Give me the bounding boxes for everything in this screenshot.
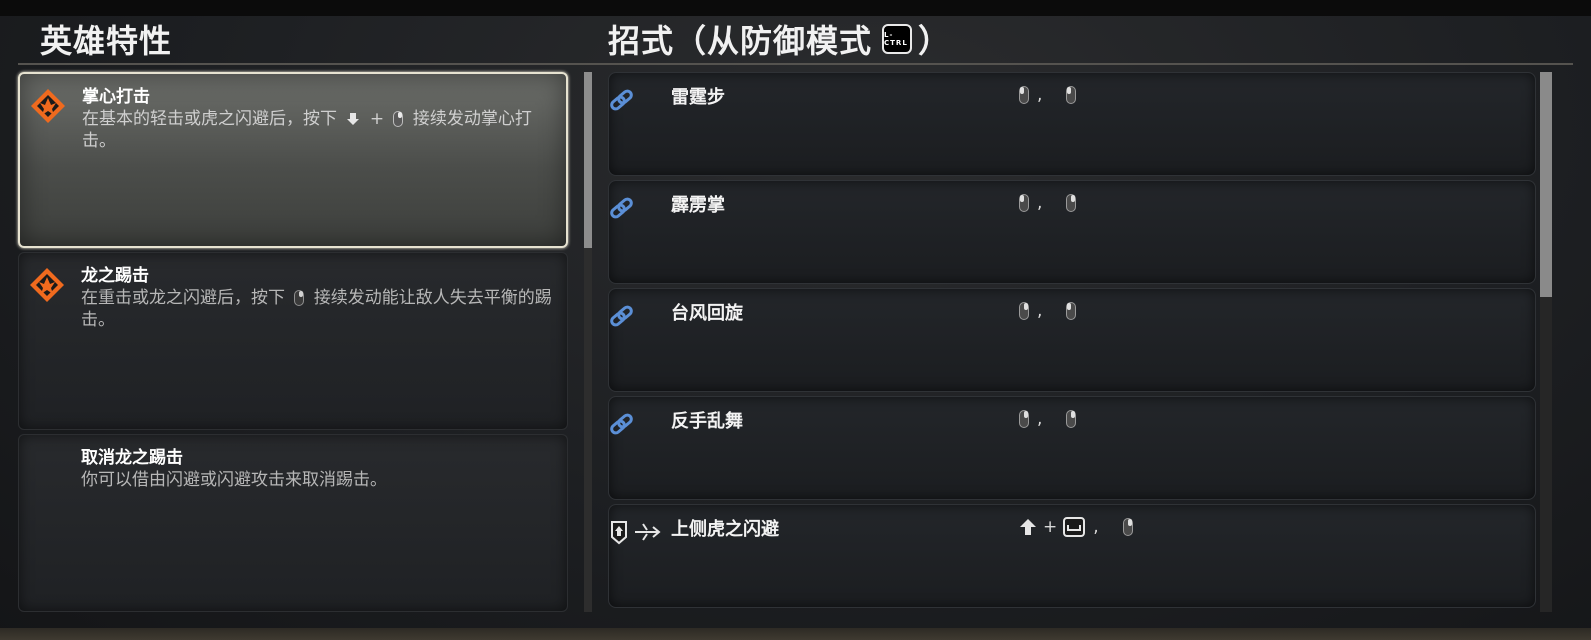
arrow-up-icon bbox=[1020, 519, 1036, 535]
move-keys: , bbox=[1019, 85, 1077, 105]
move-name: 上侧虎之闪避 bbox=[671, 519, 779, 540]
move-name: 台风回旋 bbox=[671, 303, 743, 324]
move-name: 雷霆步 bbox=[671, 87, 725, 108]
header-divider bbox=[18, 63, 1573, 65]
key-separator: , bbox=[1037, 409, 1043, 429]
traits-scrollbar[interactable] bbox=[584, 72, 592, 612]
mouse-right-click-icon bbox=[294, 290, 305, 306]
trait-desc-text: 在基本的轻击或虎之闪避后，按下 bbox=[82, 109, 337, 129]
key-separator: , bbox=[1037, 193, 1043, 213]
mouse-right-click-icon bbox=[1019, 302, 1029, 320]
trait-desc-text: 在重击或龙之闪避后，按下 bbox=[81, 288, 285, 308]
traits-scrollbar-thumb[interactable] bbox=[584, 72, 592, 248]
plus-sign: + bbox=[369, 109, 385, 129]
chain-link-icon bbox=[610, 305, 633, 327]
trait-description: 在重击或龙之闪避后，按下 接续发动能让敌人失去平衡的踢击。 bbox=[81, 287, 561, 331]
chain-link-icon bbox=[610, 89, 633, 111]
trait-card-dragon-kick[interactable]: 龙之踢击 在重击或龙之闪避后，按下 接续发动能让敌人失去平衡的踢击。 bbox=[18, 252, 568, 430]
mouse-left-click-icon bbox=[1066, 86, 1077, 104]
trait-name: 取消龙之踢击 bbox=[81, 448, 183, 468]
move-keys: + , bbox=[1019, 517, 1133, 537]
trait-name: 掌心打击 bbox=[82, 87, 150, 107]
mouse-left-click-icon bbox=[1019, 194, 1029, 212]
move-name: 霹雳掌 bbox=[671, 195, 725, 216]
moves-title: 招式（从防御模式 L-CTRL ） bbox=[608, 16, 951, 62]
trait-description: 在基本的轻击或虎之闪避后，按下 + 接续发动掌心打击。 bbox=[82, 108, 562, 152]
top-bar bbox=[0, 0, 1591, 16]
move-keys: , bbox=[1019, 409, 1077, 429]
arrow-down-icon bbox=[347, 113, 360, 125]
mouse-right-click-icon bbox=[1019, 410, 1029, 428]
mouse-right-click-icon bbox=[1066, 194, 1077, 212]
move-card[interactable]: 台风回旋 , bbox=[608, 288, 1536, 392]
dragon-emblem-icon bbox=[30, 268, 64, 302]
move-card[interactable]: 上侧虎之闪避 + , bbox=[608, 504, 1536, 608]
chain-link-icon bbox=[610, 197, 633, 219]
dragon-emblem-icon bbox=[31, 89, 65, 123]
mouse-right-click-icon bbox=[393, 111, 404, 127]
key-separator: , bbox=[1037, 301, 1043, 321]
move-name: 反手乱舞 bbox=[671, 411, 743, 432]
moves-title-suffix: ） bbox=[918, 22, 952, 60]
spacebar-key-icon bbox=[1063, 517, 1086, 537]
key-separator: , bbox=[1093, 517, 1099, 537]
move-keys: , bbox=[1019, 301, 1077, 321]
moves-scrollbar-thumb[interactable] bbox=[1540, 72, 1552, 297]
plus-sign: + bbox=[1043, 517, 1058, 537]
hero-traits-title: 英雄特性 bbox=[40, 22, 173, 60]
mouse-right-click-icon bbox=[1122, 518, 1133, 536]
trait-description: 你可以借由闪避或闪避攻击来取消踢击。 bbox=[81, 470, 387, 490]
move-card[interactable]: 霹雳掌 , bbox=[608, 180, 1536, 284]
shield-dodge-icon bbox=[611, 521, 661, 545]
left-ctrl-key-icon: L-CTRL bbox=[882, 24, 913, 54]
mouse-left-click-icon bbox=[1066, 302, 1077, 320]
trait-name: 龙之踢击 bbox=[81, 266, 149, 286]
bottom-bar bbox=[0, 628, 1591, 640]
moves-title-prefix: 招式（从防御模式 bbox=[608, 22, 873, 60]
move-keys: , bbox=[1019, 193, 1077, 213]
move-card[interactable]: 雷霆步 , bbox=[608, 72, 1536, 176]
trait-card-palm-strike[interactable]: 掌心打击 在基本的轻击或虎之闪避后，按下 + 接续发动掌心打击。 bbox=[18, 72, 568, 248]
mouse-left-click-icon bbox=[1019, 86, 1029, 104]
trait-card-cancel-dragon-kick[interactable]: 取消龙之踢击 你可以借由闪避或闪避攻击来取消踢击。 bbox=[18, 434, 568, 612]
move-card[interactable]: 反手乱舞 , bbox=[608, 396, 1536, 500]
chain-link-icon bbox=[610, 413, 633, 435]
key-separator: , bbox=[1037, 85, 1043, 105]
mouse-right-click-icon bbox=[1066, 410, 1077, 428]
moves-scrollbar[interactable] bbox=[1540, 72, 1552, 612]
